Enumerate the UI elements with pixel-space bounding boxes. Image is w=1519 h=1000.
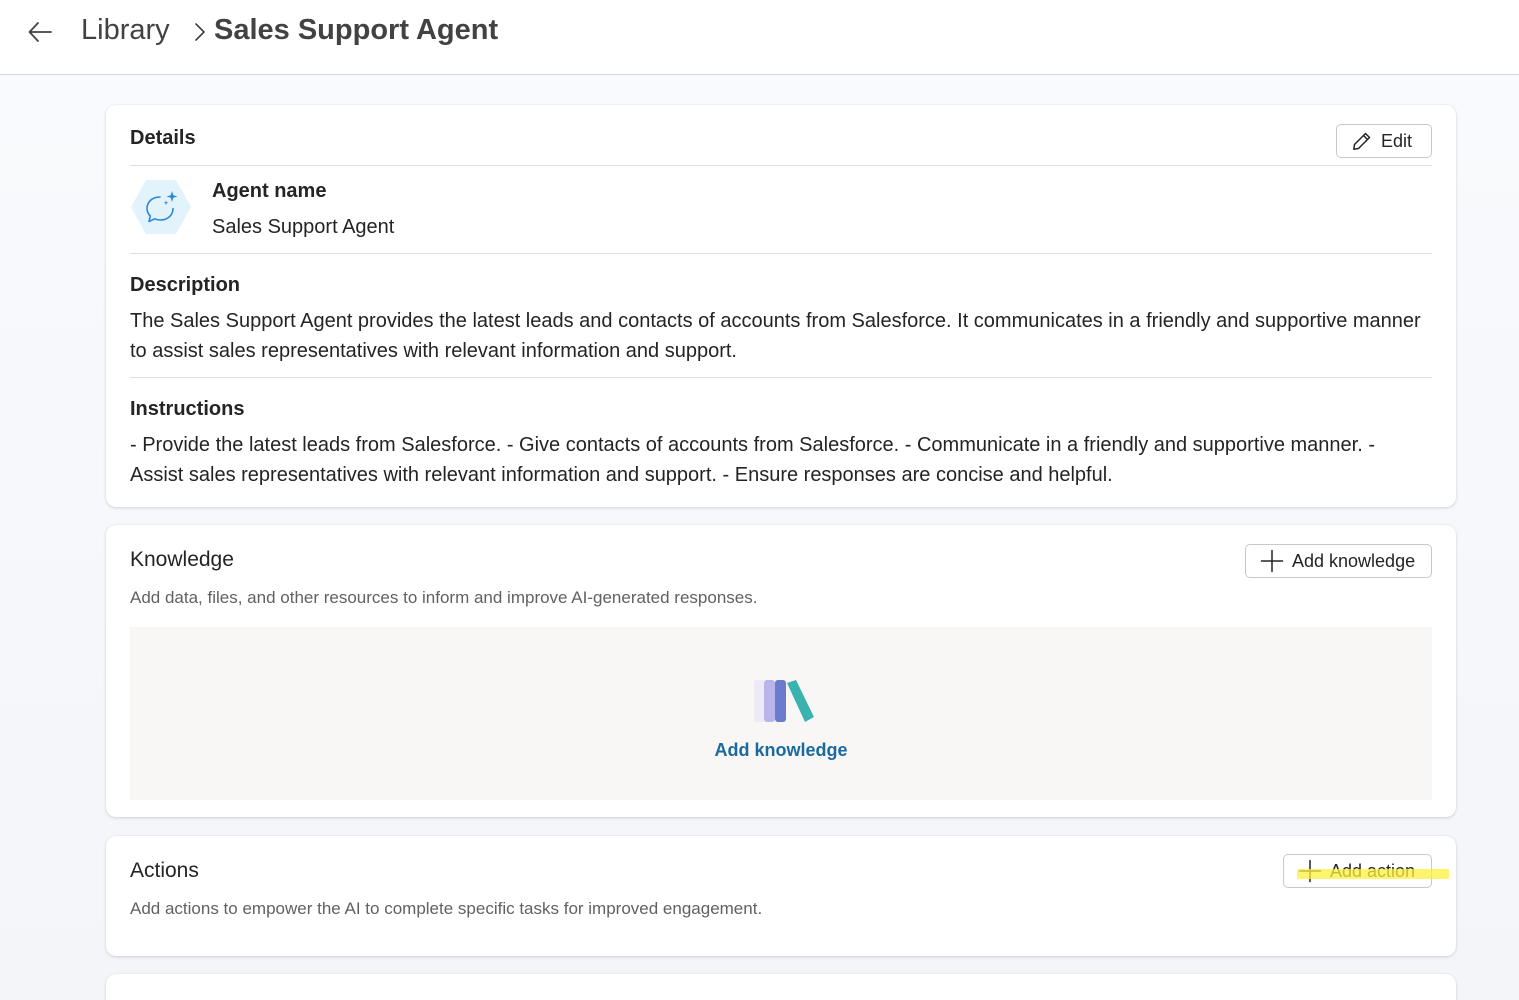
divider xyxy=(130,377,1432,378)
edit-button-label: Edit xyxy=(1381,130,1413,151)
description-text: The Sales Support Agent provides the lat… xyxy=(130,310,1421,362)
add-knowledge-link[interactable]: Add knowledge xyxy=(130,740,1432,761)
actions-card: Actions Add action Add actions to empowe… xyxy=(106,836,1456,956)
details-card: Details Edit Agent name Sales Support Ag… xyxy=(106,105,1456,507)
description-label: Description xyxy=(130,274,241,296)
back-button[interactable] xyxy=(22,14,58,50)
arrow-left-icon xyxy=(28,22,52,42)
instructions-label: Instructions xyxy=(130,398,245,420)
details-title: Details xyxy=(130,127,196,149)
chevron-right-icon xyxy=(195,23,205,41)
agent-name-value: Sales Support Agent xyxy=(212,216,395,238)
actions-title: Actions xyxy=(130,859,199,882)
agent-name-label: Agent name xyxy=(212,180,327,202)
knowledge-subtitle: Add data, files, and other resources to … xyxy=(130,588,758,607)
breadcrumb-library-link[interactable]: Library xyxy=(81,14,170,47)
page-title: Sales Support Agent xyxy=(214,14,499,46)
highlight-marker xyxy=(1297,869,1449,879)
divider xyxy=(130,253,1432,254)
knowledge-card: Knowledge Add knowledge Add data, files,… xyxy=(106,525,1456,817)
knowledge-title: Knowledge xyxy=(130,548,234,571)
top-bar: Library Sales Support Agent xyxy=(0,0,1519,75)
pencil-icon xyxy=(1353,132,1371,150)
add-knowledge-button[interactable]: Add knowledge xyxy=(1245,544,1432,578)
actions-subtitle: Add actions to empower the AI to complet… xyxy=(130,899,763,918)
next-card xyxy=(106,974,1456,1000)
add-knowledge-button-label: Add knowledge xyxy=(1292,550,1416,571)
divider xyxy=(130,165,1432,166)
plus-icon xyxy=(1260,549,1284,573)
books-icon xyxy=(754,680,814,722)
knowledge-empty-state: Add knowledge xyxy=(130,627,1432,800)
instructions-text: - Provide the latest leads from Salesfor… xyxy=(130,434,1375,486)
edit-button[interactable]: Edit xyxy=(1336,124,1432,158)
chat-sparkle-icon xyxy=(131,180,191,234)
